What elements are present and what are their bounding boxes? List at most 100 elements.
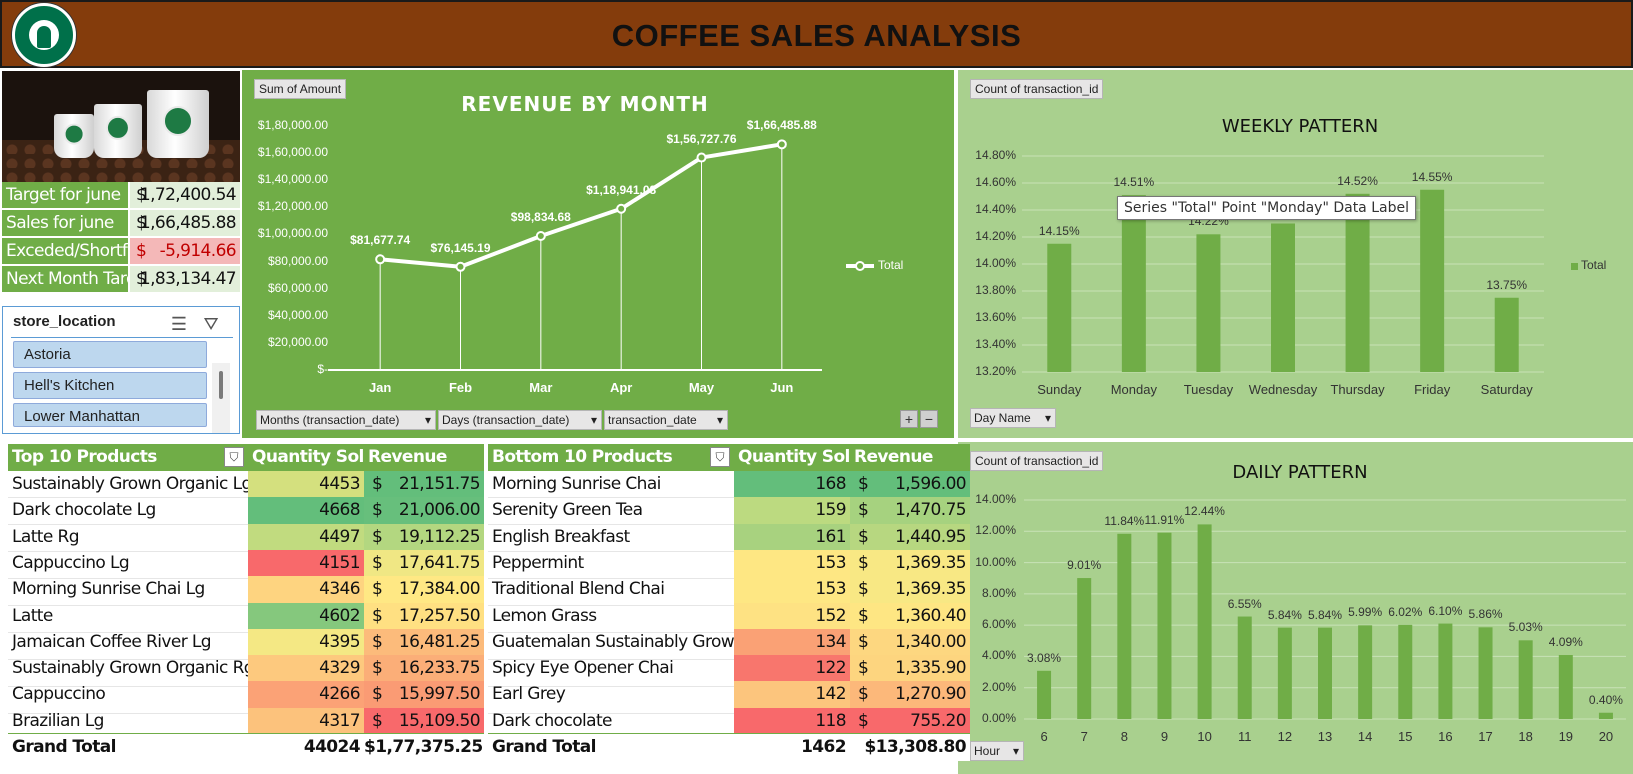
quantity-cell: 4602 bbox=[248, 602, 364, 630]
x-tick-label: 15 bbox=[1398, 729, 1413, 744]
product-name: Morning Sunrise Chai Lg bbox=[12, 579, 205, 600]
currency-symbol: $ bbox=[372, 631, 383, 652]
x-tick-label: 11 bbox=[1237, 729, 1252, 744]
collapse-field-button[interactable]: − bbox=[920, 410, 938, 428]
x-tick-label: Saturday bbox=[1480, 382, 1533, 397]
y-tick-label: 13.80% bbox=[975, 283, 1016, 297]
bar-hour-12 bbox=[1277, 627, 1292, 719]
table-row: Guatemalan Sustainably Grown 134 $1,340.00 bbox=[488, 628, 970, 656]
y-tick-label: $1,00,000.00 bbox=[257, 226, 328, 241]
y-tick-label: $1,80,000.00 bbox=[257, 118, 328, 132]
quantity-cell: 4668 bbox=[248, 497, 364, 525]
grand-total-label: Grand Total bbox=[488, 734, 734, 761]
x-tick-label: 19 bbox=[1558, 729, 1574, 744]
quantity-cell: 4395 bbox=[248, 628, 364, 656]
filter-icon[interactable]: ⛉ bbox=[224, 447, 244, 467]
day-name-filter-dropdown[interactable]: Day Name bbox=[970, 408, 1056, 428]
expand-field-button[interactable]: + bbox=[900, 410, 918, 428]
revenue-cell: $21,006.00 bbox=[364, 497, 484, 525]
legend-label: Total bbox=[1581, 258, 1607, 272]
currency-symbol: $ bbox=[372, 579, 383, 600]
quantity-cell: 168 bbox=[734, 471, 850, 498]
bar-hour-19 bbox=[1558, 655, 1573, 719]
store-location-slicer[interactable]: store_location ☰ ⛛ Astoria Hell's Kitche… bbox=[2, 306, 240, 434]
revenue-value: 1,596.00 bbox=[895, 474, 967, 494]
quantity-cell: 161 bbox=[734, 523, 850, 551]
y-tick-label: $20,000.00 bbox=[267, 334, 328, 349]
y-tick-label: 14.20% bbox=[975, 229, 1016, 243]
revenue-cell: $17,257.50 bbox=[364, 602, 484, 630]
quantity-cell: 4346 bbox=[248, 576, 364, 604]
revenue-cell: $1,369.35 bbox=[850, 576, 970, 604]
y-tick-label: $60,000.00 bbox=[267, 280, 328, 295]
data-point bbox=[535, 231, 546, 242]
revenue-cell: $755.20 bbox=[850, 707, 970, 735]
x-tick-label: 9 bbox=[1160, 729, 1169, 744]
column-header: Bottom 10 Products bbox=[488, 444, 734, 471]
x-tick-label: Jan bbox=[368, 380, 392, 395]
slicer-item-hells-kitchen[interactable]: Hell's Kitchen bbox=[13, 372, 207, 399]
quantity-cell: 4266 bbox=[248, 681, 364, 709]
revenue-cell: $1,360.40 bbox=[850, 602, 970, 630]
bar-tuesday bbox=[1196, 234, 1221, 372]
kpi-number: 1,66,485.88 bbox=[139, 213, 237, 233]
data-label: 4.09% bbox=[1548, 635, 1583, 650]
column-header: Top 10 Products bbox=[8, 444, 248, 471]
quantity-cell: 134 bbox=[734, 628, 850, 656]
currency-symbol: $ bbox=[858, 710, 869, 731]
kpi-number: -5,914.66 bbox=[159, 241, 237, 261]
x-tick-label: 10 bbox=[1197, 729, 1212, 744]
bar-hour-14 bbox=[1358, 625, 1373, 719]
quantity-cell: 118 bbox=[734, 707, 850, 735]
bar-thursday bbox=[1345, 193, 1370, 372]
kpi-value: $1,66,485.88 bbox=[130, 210, 240, 236]
product-name: Cappuccino Lg bbox=[12, 552, 130, 573]
clear-filter-icon[interactable]: ⛛ bbox=[199, 313, 223, 335]
quantity-cell: 4497 bbox=[248, 523, 364, 551]
slicer-item-astoria[interactable]: Astoria bbox=[13, 341, 207, 368]
kpi-label: Sales for june bbox=[2, 210, 128, 236]
multi-select-icon[interactable]: ☰ bbox=[167, 313, 191, 335]
slicer-scrollbar[interactable] bbox=[212, 363, 230, 433]
x-tick-label: May bbox=[688, 380, 715, 395]
y-tick-label: 14.80% bbox=[975, 148, 1016, 162]
data-label: $98,834.68 bbox=[510, 210, 571, 225]
quantity-cell: 159 bbox=[734, 497, 850, 525]
table-row: Traditional Blend Chai 153 $1,369.35 bbox=[488, 576, 970, 604]
product-name: Cappuccino bbox=[12, 684, 106, 705]
days-axis-filter-dropdown[interactable]: Days (transaction_date) bbox=[438, 410, 602, 430]
x-tick-label: Feb bbox=[448, 380, 473, 395]
y-tick-label: 13.40% bbox=[975, 337, 1016, 351]
table-row: Cappuccino Lg 4151 $17,641.75 bbox=[8, 549, 484, 577]
product-name: Dark chocolate bbox=[492, 710, 612, 731]
currency-symbol: $ bbox=[858, 552, 869, 573]
transaction-date-filter-dropdown[interactable]: transaction_date bbox=[604, 410, 728, 430]
x-tick-label: 6 bbox=[1040, 729, 1048, 744]
kpi-value: $1,83,134.47 bbox=[130, 266, 240, 292]
quantity-cell: 4453 bbox=[248, 471, 364, 498]
currency-symbol: $ bbox=[372, 710, 383, 731]
table-row: Lemon Grass 152 $1,360.40 bbox=[488, 602, 970, 630]
data-label: 3.08% bbox=[1027, 650, 1062, 665]
slicer-item-lower-manhattan[interactable]: Lower Manhattan bbox=[13, 403, 207, 427]
filter-icon[interactable]: ⛉ bbox=[710, 447, 730, 467]
table-row: Peppermint 153 $1,369.35 bbox=[488, 549, 970, 577]
x-tick-label: Tuesday bbox=[1183, 382, 1234, 397]
x-tick-label: 13 bbox=[1317, 729, 1333, 744]
hour-filter-dropdown[interactable]: Hour bbox=[970, 741, 1024, 761]
revenue-value: 15,109.50 bbox=[398, 710, 481, 731]
bar-hour-7 bbox=[1077, 578, 1092, 719]
revenue-value: 1,369.35 bbox=[895, 579, 967, 600]
top-products-table: Top 10 Products Quantity Sold Revenue ⛉ Sust… bbox=[8, 444, 484, 764]
product-name: Serenity Green Tea bbox=[492, 500, 643, 521]
kpi-value: $ -5,914.66 bbox=[130, 238, 240, 264]
revenue-cell: $1,270.90 bbox=[850, 681, 970, 709]
grand-total-label: Grand Total bbox=[8, 734, 248, 761]
data-label: 13.75% bbox=[1486, 277, 1528, 292]
currency-symbol: $ bbox=[858, 684, 869, 705]
data-label: 14.52% bbox=[1337, 173, 1378, 188]
data-label: 0.40% bbox=[1588, 692, 1623, 707]
revenue-cell: $19,112.25 bbox=[364, 523, 484, 551]
column-header: Revenue bbox=[850, 444, 970, 471]
months-axis-filter-dropdown[interactable]: Months (transaction_date) bbox=[256, 410, 436, 430]
